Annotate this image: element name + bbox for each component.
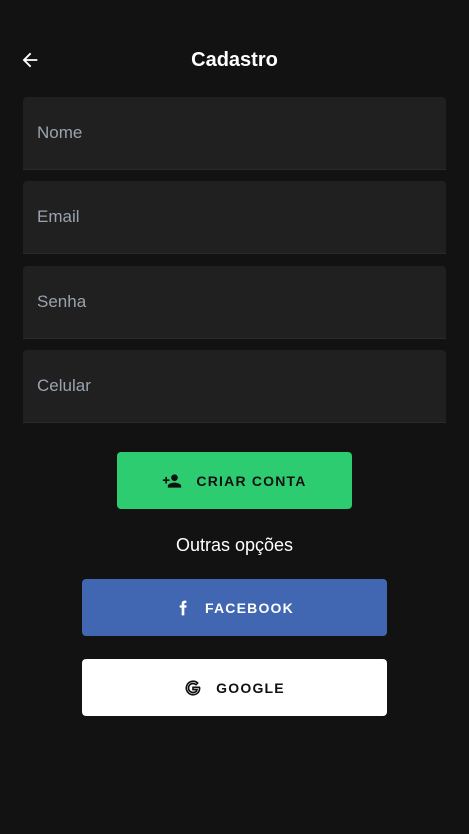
- name-field: [23, 97, 446, 170]
- email-input[interactable]: [23, 181, 446, 253]
- other-options-label: Outras opções: [175, 535, 294, 555]
- name-input[interactable]: [23, 97, 446, 169]
- page-title: Cadastro: [191, 49, 278, 71]
- email-field: [23, 181, 446, 254]
- facebook-icon: [175, 599, 191, 617]
- facebook-login-button[interactable]: FACEBOOK: [82, 579, 387, 636]
- google-login-button[interactable]: GOOGLE: [82, 659, 387, 716]
- password-input[interactable]: [23, 266, 446, 338]
- phone-field: [23, 350, 446, 423]
- create-account-label: CRIAR CONTA: [196, 472, 307, 489]
- person-add-icon: [162, 471, 182, 491]
- phone-input[interactable]: [23, 350, 446, 422]
- google-icon: [184, 679, 202, 697]
- password-field: [23, 266, 446, 339]
- create-account-button[interactable]: CRIAR CONTA: [117, 452, 352, 509]
- signup-screen: Cadastro CRIAR CONTA Outras opções FACEB…: [0, 0, 469, 834]
- facebook-label: FACEBOOK: [205, 599, 294, 616]
- google-label: GOOGLE: [216, 679, 285, 696]
